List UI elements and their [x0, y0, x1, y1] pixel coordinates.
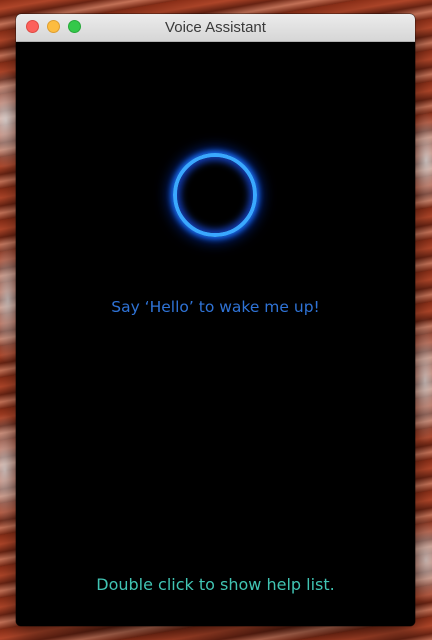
- assistant-panel[interactable]: Say ‘Hello’ to wake me up! Double click …: [16, 42, 415, 626]
- help-hint-text: Double click to show help list.: [96, 575, 335, 594]
- title-bar[interactable]: Voice Assistant: [16, 14, 415, 42]
- voice-assistant-window: Voice Assistant Say ‘Hello’ to wake me u…: [16, 14, 415, 626]
- maximize-icon[interactable]: [68, 20, 81, 33]
- listening-orb-icon: [173, 153, 257, 237]
- window-title: Voice Assistant: [165, 19, 266, 36]
- close-icon[interactable]: [26, 20, 39, 33]
- minimize-icon[interactable]: [47, 20, 60, 33]
- window-controls: [26, 20, 81, 33]
- wake-prompt-text: Say ‘Hello’ to wake me up!: [111, 298, 320, 316]
